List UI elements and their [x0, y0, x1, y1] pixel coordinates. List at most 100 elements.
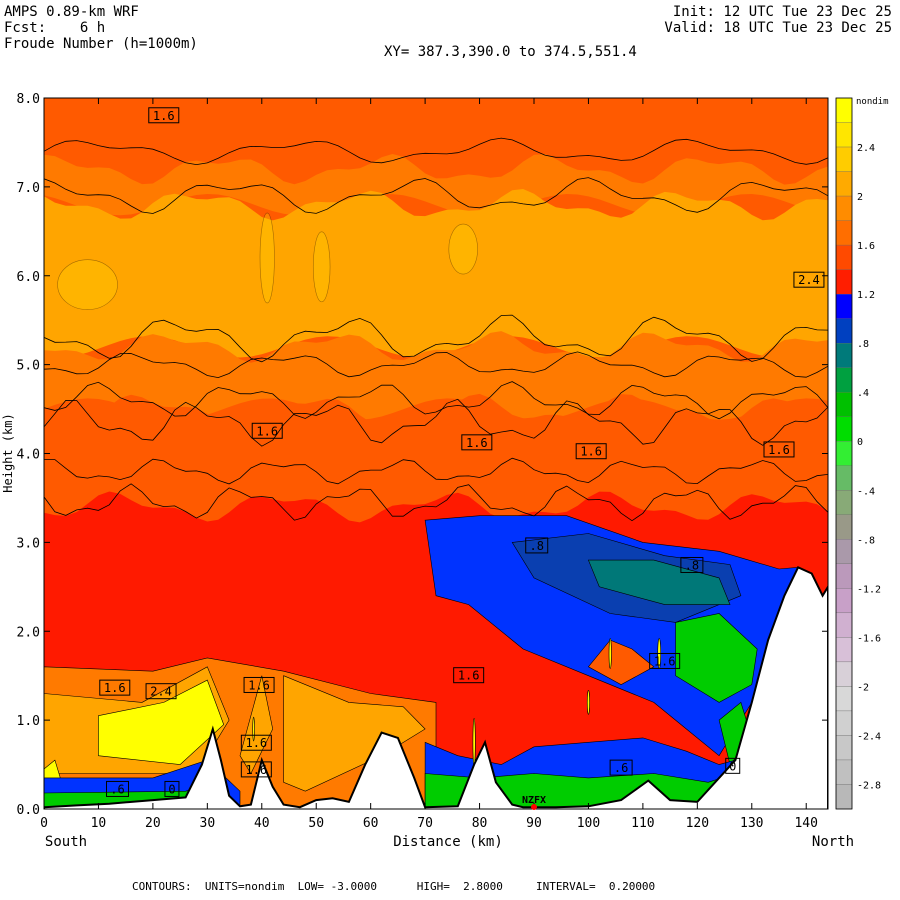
colorbar-labels: 2.4 2 1.6 1.2 .8 .4 0 -.4 -.8 -1.2 -1.6 -2 -2.4 -2.8	[857, 143, 881, 791]
colorbar-bin	[835, 784, 853, 810]
contour-label: 1.6	[248, 678, 270, 692]
colorbar-bin	[835, 220, 853, 246]
colorbar-bin	[835, 588, 853, 614]
x-tick-label: 80	[472, 816, 488, 831]
colorbar-bin	[835, 563, 853, 589]
contour-label: 1.6	[580, 445, 602, 459]
contour-label: .6	[110, 782, 124, 796]
contour-label: 1.6	[153, 109, 175, 123]
colorbar-bin	[835, 514, 853, 540]
contour-label: .6	[614, 761, 628, 775]
colorbar-bin	[835, 710, 853, 736]
colorbar-label: 0	[857, 437, 863, 448]
colorbar-label: .4	[857, 388, 869, 399]
contour-label: 1.6	[104, 681, 126, 695]
colorbar-label: -1.2	[857, 584, 881, 595]
colorbar-bin	[835, 392, 853, 417]
colorbar-bin	[835, 367, 853, 393]
contour-label: 2.4	[798, 273, 820, 287]
y-tick-label: 7.0	[17, 181, 40, 196]
colorbar-bin	[835, 416, 853, 442]
band-2	[44, 189, 828, 358]
x-tick-label: 90	[526, 816, 542, 831]
colorbar-bin	[835, 122, 853, 148]
colorbar-bin	[835, 612, 853, 638]
contour-label: 1.6	[768, 443, 790, 457]
x-tick-label: 120	[686, 816, 709, 831]
colorbar-label: 1.2	[857, 290, 875, 301]
contour-label: .8	[529, 539, 543, 553]
colorbar-bin	[835, 293, 853, 319]
x-tick-label: 70	[417, 816, 433, 831]
contour-label: 0	[168, 782, 175, 796]
colorbar-label: -2.4	[857, 731, 881, 742]
colorbar-unit: nondim	[856, 97, 889, 107]
x-tick-label: 20	[145, 816, 161, 831]
upper-pocket-0	[259, 212, 275, 304]
x-tick-label: 130	[740, 816, 763, 831]
colorbar-bin	[835, 343, 853, 368]
station-label: NZFX	[522, 795, 546, 806]
field-area	[44, 98, 828, 809]
x-left-label: South	[45, 834, 87, 850]
colorbar-bin	[835, 490, 853, 515]
colorbar-bin	[835, 269, 853, 295]
x-tick-label: 60	[363, 816, 379, 831]
colorbar-bin	[835, 735, 853, 761]
upper-pocket-2	[448, 223, 478, 275]
colorbar-bin	[835, 195, 853, 221]
x-tick-label: 10	[91, 816, 107, 831]
colorbar-bin	[835, 97, 853, 123]
x-tick-label: 110	[631, 816, 654, 831]
contour-label: 0	[729, 759, 736, 773]
y-tick-label: 4.0	[17, 448, 40, 463]
contour-label: 1.6	[458, 669, 480, 683]
y-tick-label: 5.0	[17, 359, 40, 374]
contour-label: 1.6	[245, 763, 267, 777]
contour-label: 2.4	[150, 685, 172, 699]
colorbar-label: -.4	[857, 486, 875, 497]
yellow-lens-3	[472, 718, 476, 767]
colorbar-label: 1.6	[857, 241, 875, 252]
colorbar-bin	[835, 244, 853, 270]
x-axis-label: Distance (km)	[393, 834, 503, 850]
froude-cross-section: 0 10 20 30 40 50 60 70 80 90 100 110 120 130 140 0.01.…	[1, 92, 889, 850]
colorbar-label: 2	[857, 192, 863, 203]
colorbar-bin	[835, 686, 853, 712]
y-tick-label: 8.0	[17, 92, 40, 107]
y-tick-label: 0.0	[17, 803, 40, 818]
colorbar-bin	[835, 465, 853, 491]
y-tick-label: 1.0	[17, 714, 40, 729]
colorbar-bin	[835, 318, 853, 344]
contour-label: 1.6	[256, 424, 278, 438]
x-right-label: North	[812, 834, 854, 850]
y-tick-label: 2.0	[17, 625, 40, 640]
colorbar-label: -1.6	[857, 633, 881, 644]
colorbar-label: .8	[857, 339, 869, 350]
colorbar-bin	[835, 146, 853, 172]
colorbar-bin	[835, 661, 853, 687]
colorbar-bin	[835, 171, 853, 197]
x-tick-label: 40	[254, 816, 270, 831]
colorbar-label: -.8	[857, 535, 875, 546]
y-tick-label: 6.0	[17, 270, 40, 285]
colorbar-bin	[835, 759, 853, 785]
colorbar-label: 2.4	[857, 143, 875, 154]
y-axis-label: Height (km)	[1, 413, 15, 492]
yellow-lens-0	[608, 638, 612, 669]
colorbar-bin	[835, 539, 853, 564]
contour-info: CONTOURS: UNITS=nondim LOW= -3.0000 HIGH…	[132, 880, 656, 893]
y-tick-label: 3.0	[17, 536, 40, 551]
contour-label: 1.6	[245, 736, 267, 750]
x-tick-label: 0	[40, 816, 48, 831]
colorbar-bin	[835, 441, 853, 466]
x-tick-label: 50	[308, 816, 324, 831]
colorbar-label: -2.8	[857, 780, 881, 791]
x-tick-label: 100	[577, 816, 600, 831]
colorbar-label: -2	[857, 682, 869, 693]
contour-label: 1.6	[466, 436, 488, 450]
contour-label: .8	[685, 558, 699, 572]
upper-pocket-3	[57, 259, 118, 310]
x-tick-label: 30	[200, 816, 216, 831]
colorbar	[835, 97, 853, 810]
